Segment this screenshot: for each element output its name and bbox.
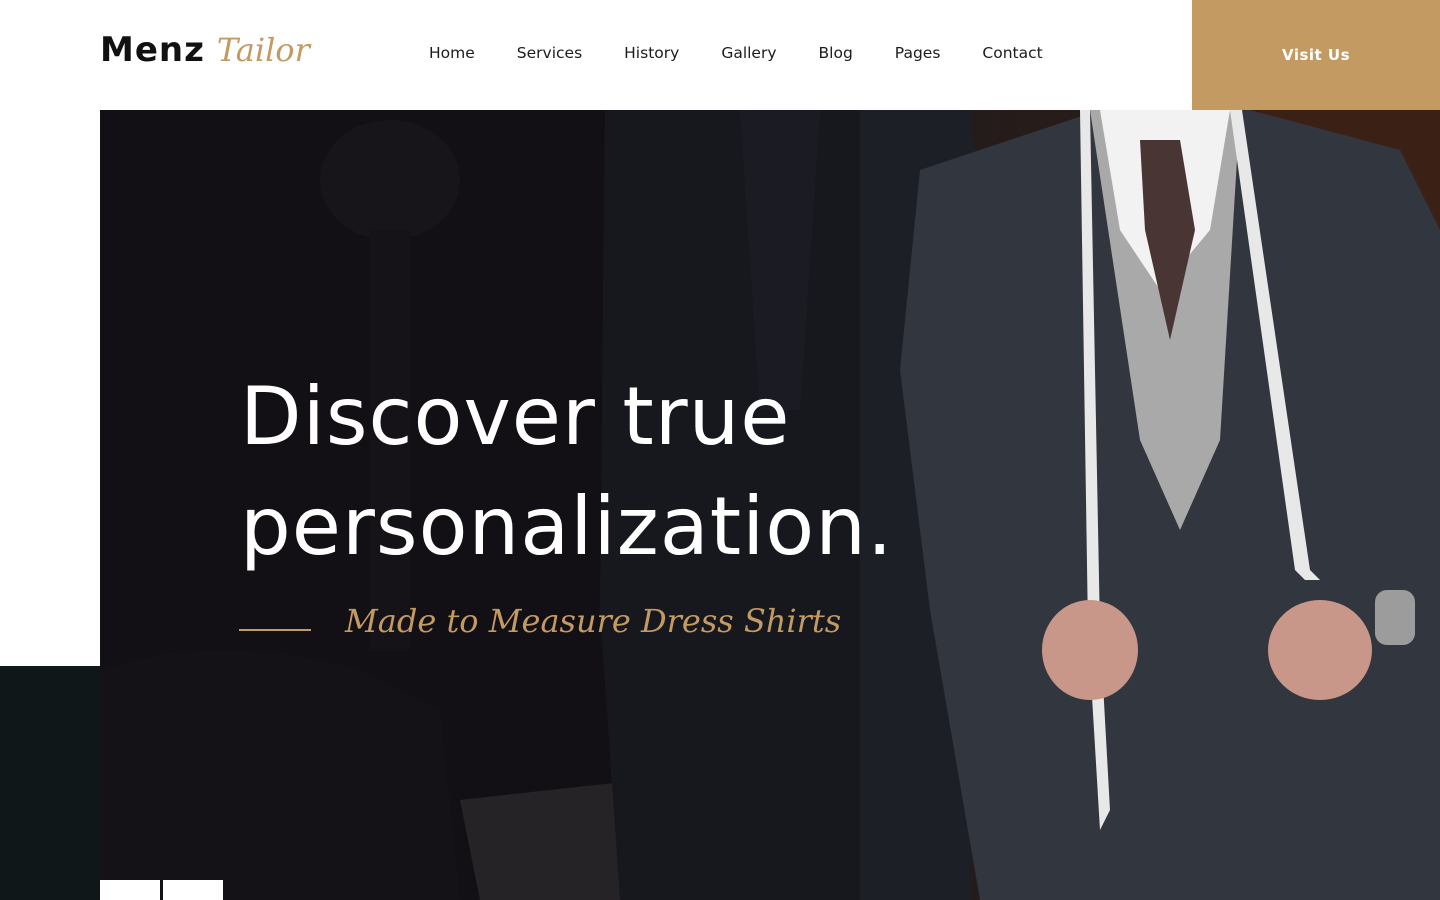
nav-blog[interactable]: Blog bbox=[819, 44, 853, 62]
hero-title-line-1: Discover true bbox=[240, 370, 791, 463]
decorative-dark-block bbox=[0, 666, 100, 900]
nav-home[interactable]: Home bbox=[429, 44, 475, 62]
nav-pages[interactable]: Pages bbox=[895, 44, 941, 62]
site-header: Menz Tailor Home Services History Galler… bbox=[0, 0, 1440, 110]
logo[interactable]: Menz Tailor bbox=[100, 30, 310, 70]
nav-contact[interactable]: Contact bbox=[982, 44, 1042, 62]
nav-history[interactable]: History bbox=[624, 44, 679, 62]
hero-subtitle: Made to Measure Dress Shirts bbox=[345, 602, 842, 640]
hero-title: Discover true personalization. bbox=[240, 362, 1140, 582]
logo-script: Tailor bbox=[216, 31, 310, 69]
nav-services[interactable]: Services bbox=[517, 44, 582, 62]
main-nav: Home Services History Gallery Blog Pages… bbox=[429, 44, 1085, 62]
slider-next-button[interactable] bbox=[163, 880, 223, 900]
hero-title-line-2: personalization. bbox=[240, 480, 894, 573]
nav-gallery[interactable]: Gallery bbox=[721, 44, 776, 62]
logo-wordmark: Menz bbox=[100, 30, 205, 70]
hero-section: Discover true personalization. Made to M… bbox=[100, 110, 1440, 900]
slider-prev-button[interactable] bbox=[100, 880, 160, 900]
subtitle-divider bbox=[239, 629, 311, 631]
visit-us-button[interactable]: Visit Us bbox=[1192, 0, 1440, 110]
